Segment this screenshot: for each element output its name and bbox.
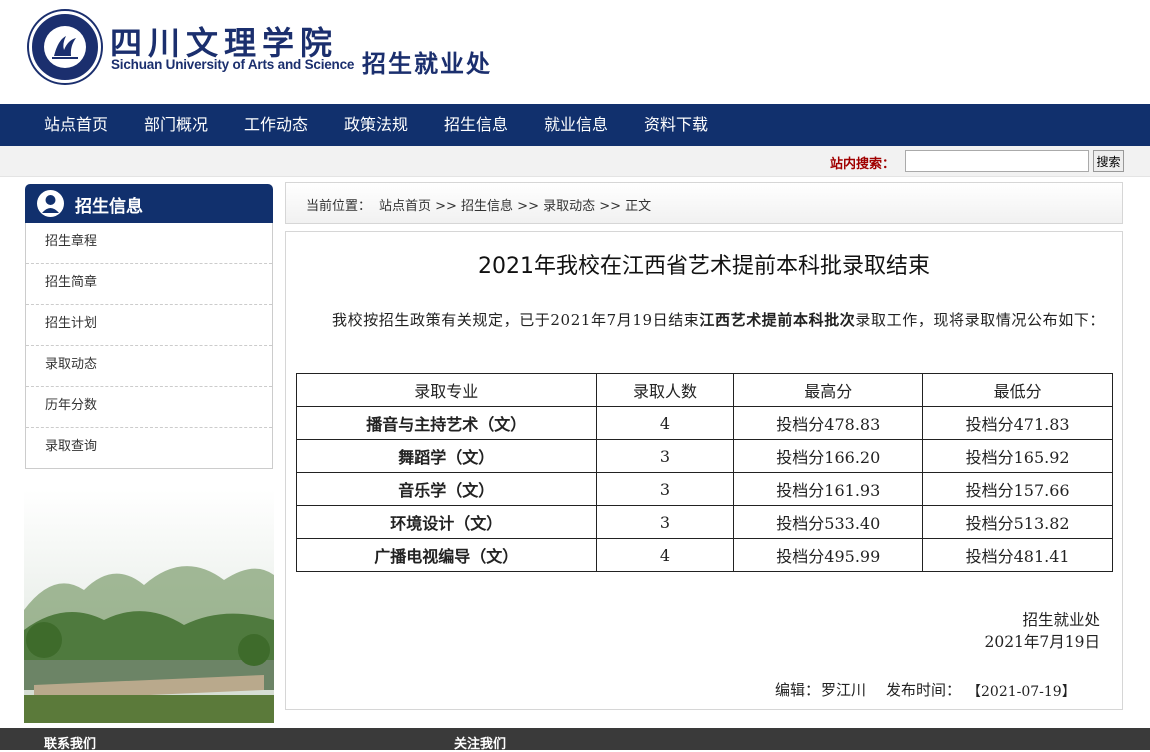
department-name: 招生就业处 <box>362 50 492 78</box>
table-header: 录取专业 <box>296 373 597 407</box>
sign-date: 2021年7月19日 <box>984 633 1100 651</box>
footer-follow: 关注我们 <box>454 737 507 752</box>
search-input[interactable] <box>905 150 1089 172</box>
school-name-en: Sichuan University of Arts and Science <box>111 57 355 72</box>
para-text-2: 录取工作，现将录取情况公布如下： <box>855 311 1106 329</box>
table-row: 广播电视编导（文） 4 投档分495.99 投档分481.41 <box>296 538 1113 572</box>
sidebar-item-charter[interactable]: 招生章程 <box>26 223 272 264</box>
table-cell-max: 投档分533.40 <box>733 505 924 539</box>
sidebar-item-past-scores[interactable]: 历年分数 <box>26 387 272 428</box>
breadcrumb-path[interactable]: 站点首页 >> 招生信息 >> 录取动态 >> 正文 <box>379 195 651 214</box>
table-row: 环境设计（文） 3 投档分533.40 投档分513.82 <box>296 505 1113 539</box>
nav-item-news[interactable]: 工作动态 <box>244 104 308 146</box>
search-button[interactable]: 搜索 <box>1093 150 1124 172</box>
sidebar-header: 招生信息 <box>25 184 273 223</box>
sidebar-title: 招生信息 <box>75 197 143 217</box>
table-cell-max: 投档分495.99 <box>733 538 924 572</box>
table-header: 录取人数 <box>595 373 735 407</box>
table-cell-major: 播音与主持艺术（文） <box>296 406 597 440</box>
search-label: 站内搜索： <box>830 157 896 172</box>
table-cell-count: 3 <box>595 439 735 473</box>
nav-item-overview[interactable]: 部门概况 <box>144 104 208 146</box>
nav-item-employment[interactable]: 就业信息 <box>544 104 608 146</box>
para-text-bold: 江西艺术提前本科批次 <box>699 311 856 329</box>
admission-table: 录取专业 录取人数 最高分 最低分 播音与主持艺术（文） 4 投档分478.83… <box>296 373 1113 572</box>
user-avatar-icon <box>37 190 64 217</box>
table-header: 最低分 <box>922 373 1113 407</box>
main-nav: 站点首页 部门概况 工作动态 政策法规 招生信息 就业信息 资料下载 <box>0 104 1150 146</box>
table-cell-min: 投档分157.66 <box>922 472 1113 506</box>
table-cell-max: 投档分161.93 <box>733 472 924 506</box>
publish-label: 发布时间： <box>886 681 962 699</box>
site-header: 四川文理学院 Sichuan University of Arts and Sc… <box>0 0 1150 104</box>
table-header: 最高分 <box>733 373 924 407</box>
breadcrumb-prefix: 当前位置： <box>306 199 372 214</box>
signature: 招生就业处 <box>1022 611 1100 629</box>
table-cell-count: 4 <box>595 406 735 440</box>
footer-contact: 联系我们 <box>44 737 97 752</box>
table-cell-major: 音乐学（文） <box>296 472 597 506</box>
sidebar-item-admission-news[interactable]: 录取动态 <box>26 346 272 387</box>
site-footer: 联系我们 关注我们 <box>0 728 1150 752</box>
table-cell-min: 投档分481.41 <box>922 538 1113 572</box>
sidebar-item-plan[interactable]: 招生计划 <box>26 305 272 346</box>
nav-item-home[interactable]: 站点首页 <box>44 104 108 146</box>
sidebar-menu: 招生章程 招生简章 招生计划 录取动态 历年分数 录取查询 <box>25 223 273 469</box>
table-cell-count: 3 <box>595 505 735 539</box>
breadcrumb: 当前位置： 站点首页 >> 招生信息 >> 录取动态 >> 正文 <box>285 182 1123 224</box>
publish-time: 【2021-07-19】 <box>967 684 1076 700</box>
table-cell-major: 广播电视编导（文） <box>296 538 597 572</box>
table-cell-count: 3 <box>595 472 735 506</box>
para-text-1: 我校按招生政策有关规定，已于2021年7月19日结束 <box>332 311 700 329</box>
logo-emblem-icon <box>44 26 86 68</box>
table-cell-count: 4 <box>595 538 735 572</box>
nav-item-downloads[interactable]: 资料下载 <box>644 104 708 146</box>
table-header-row: 录取专业 录取人数 最高分 最低分 <box>296 373 1113 407</box>
campus-photo <box>24 490 274 723</box>
table-cell-min: 投档分513.82 <box>922 505 1113 539</box>
school-logo[interactable] <box>29 11 101 83</box>
sidebar-item-brochure[interactable]: 招生简章 <box>26 264 272 305</box>
article-panel: 2021年我校在江西省艺术提前本科批录取结束 我校按招生政策有关规定，已于202… <box>285 231 1123 710</box>
table-cell-major: 环境设计（文） <box>296 505 597 539</box>
search-bar: 站内搜索： 搜索 <box>0 146 1150 177</box>
table-row: 播音与主持艺术（文） 4 投档分478.83 投档分471.83 <box>296 406 1113 440</box>
editor-label: 编辑： <box>775 681 821 699</box>
editor-name: 罗江川 <box>821 681 867 699</box>
article-paragraph: 我校按招生政策有关规定，已于2021年7月19日结束江西艺术提前本科批次录取工作… <box>296 309 1106 331</box>
nav-item-policy[interactable]: 政策法规 <box>344 104 408 146</box>
table-row: 音乐学（文） 3 投档分161.93 投档分157.66 <box>296 472 1113 506</box>
sidebar-item-query[interactable]: 录取查询 <box>26 428 272 469</box>
article-title: 2021年我校在江西省艺术提前本科批录取结束 <box>478 254 930 279</box>
nav-item-admission[interactable]: 招生信息 <box>444 104 508 146</box>
table-cell-min: 投档分471.83 <box>922 406 1113 440</box>
table-cell-min: 投档分165.92 <box>922 439 1113 473</box>
table-cell-max: 投档分478.83 <box>733 406 924 440</box>
table-cell-major: 舞蹈学（文） <box>296 439 597 473</box>
table-row: 舞蹈学（文） 3 投档分166.20 投档分165.92 <box>296 439 1113 473</box>
table-cell-max: 投档分166.20 <box>733 439 924 473</box>
